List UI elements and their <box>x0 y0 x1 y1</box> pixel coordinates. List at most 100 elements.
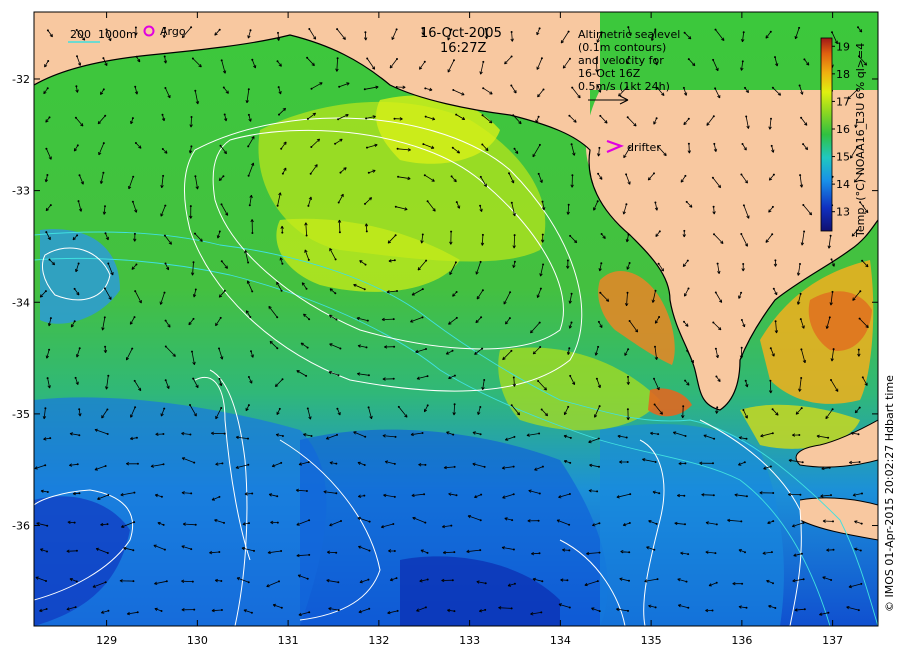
velocity-dot <box>774 56 776 59</box>
velocity-dot <box>102 57 105 60</box>
velocity-dot <box>714 552 717 555</box>
velocity-dot <box>479 260 482 263</box>
velocity-dot <box>162 433 165 435</box>
velocity-dot <box>44 464 47 467</box>
velocity-dot <box>104 345 107 348</box>
velocity-dot <box>597 345 600 348</box>
velocity-dot <box>365 230 368 233</box>
velocity-dot <box>46 550 48 553</box>
velocity-dot <box>426 551 429 554</box>
velocity-dot <box>309 172 312 175</box>
velocity-dot <box>568 523 571 526</box>
velocity-dot <box>683 31 686 34</box>
velocity-dot <box>310 87 313 90</box>
velocity-dot <box>78 408 81 411</box>
sst-map: 129 130 131 132 133 134 135 136 137 -32 -33 -34 -35 -… <box>12 11 896 647</box>
velocity-dot <box>220 59 223 62</box>
velocity-dot <box>598 146 601 149</box>
velocity-dot <box>366 146 368 149</box>
velocity-dot <box>161 148 164 150</box>
velocity-dot <box>626 408 629 411</box>
velocity-dot <box>510 84 513 87</box>
velocity-dot <box>595 377 598 380</box>
velocity-dot <box>334 258 337 261</box>
velocity-dot <box>132 549 135 552</box>
velocity-dot <box>220 407 223 409</box>
velocity-dot <box>541 200 544 203</box>
velocity-dot <box>537 172 540 175</box>
velocity-dot <box>658 230 661 233</box>
velocity-dot <box>597 437 600 440</box>
velocity-dot <box>339 347 342 350</box>
velocity-dot <box>247 463 250 466</box>
velocity-dot <box>742 409 745 411</box>
velocity-dot <box>629 493 632 496</box>
velocity-dot <box>598 551 601 554</box>
velocity-dot <box>453 374 456 377</box>
velocity-dot <box>365 346 368 349</box>
velocity-dot <box>218 495 221 498</box>
velocity-dot <box>193 608 196 611</box>
velocity-dot <box>859 290 862 293</box>
velocity-dot <box>223 113 226 116</box>
velocity-dot <box>658 316 661 318</box>
svg-text:(0.1m contours): (0.1m contours) <box>578 41 666 54</box>
velocity-dot <box>567 405 570 408</box>
velocity-dot <box>510 201 513 204</box>
velocity-dot <box>770 144 773 147</box>
velocity-dot <box>363 288 366 291</box>
velocity-dot <box>685 200 688 203</box>
velocity-dot <box>830 579 833 581</box>
velocity-dot <box>337 118 340 121</box>
velocity-dot <box>628 262 631 264</box>
velocity-dot <box>858 406 861 409</box>
svg-text:Altimetric sealevel: Altimetric sealevel <box>578 28 680 41</box>
velocity-dot <box>424 606 427 609</box>
x-tick-label: 132 <box>368 634 389 647</box>
velocity-dot <box>540 408 543 411</box>
velocity-dot <box>830 258 833 261</box>
velocity-dot <box>450 175 453 178</box>
velocity-dot <box>393 345 396 348</box>
x-tick-label: 130 <box>187 634 208 647</box>
velocity-dot <box>76 55 78 58</box>
velocity-dot <box>423 174 426 177</box>
velocity-dot <box>247 261 250 264</box>
velocity-dot <box>136 611 139 614</box>
velocity-dot <box>453 551 456 554</box>
velocity-dot <box>570 143 573 146</box>
velocity-dot <box>774 607 777 609</box>
velocity-dot <box>769 379 772 382</box>
velocity-dot <box>364 263 367 266</box>
velocity-dot <box>799 292 802 295</box>
velocity-dot <box>745 495 748 498</box>
velocity-dot <box>132 580 135 583</box>
velocity-dot <box>306 117 309 120</box>
x-tick-label: 137 <box>822 634 843 647</box>
colorbar-gradient <box>820 37 833 232</box>
velocity-dot <box>799 318 802 321</box>
velocity-dot <box>715 375 718 378</box>
velocity-dot <box>484 582 487 585</box>
velocity-dot <box>771 408 774 411</box>
velocity-dot <box>220 609 223 611</box>
velocity-dot <box>161 113 164 116</box>
velocity-dot <box>653 548 656 551</box>
velocity-dot <box>248 204 251 207</box>
velocity-dot <box>683 229 686 232</box>
velocity-dot <box>308 28 311 30</box>
velocity-dot <box>368 520 371 523</box>
velocity-dot <box>218 230 221 233</box>
velocity-dot <box>571 86 574 89</box>
velocity-dot <box>714 347 717 350</box>
velocity-dot <box>510 55 513 58</box>
velocity-dot <box>831 290 834 293</box>
velocity-dot <box>599 291 602 294</box>
velocity-dot <box>455 291 458 293</box>
velocity-dot <box>276 204 279 207</box>
velocity-dot <box>512 114 515 117</box>
time-label: 16:27Z <box>440 41 486 56</box>
velocity-dot <box>218 377 221 380</box>
velocity-dot <box>76 463 79 466</box>
velocity-dot <box>741 143 744 145</box>
